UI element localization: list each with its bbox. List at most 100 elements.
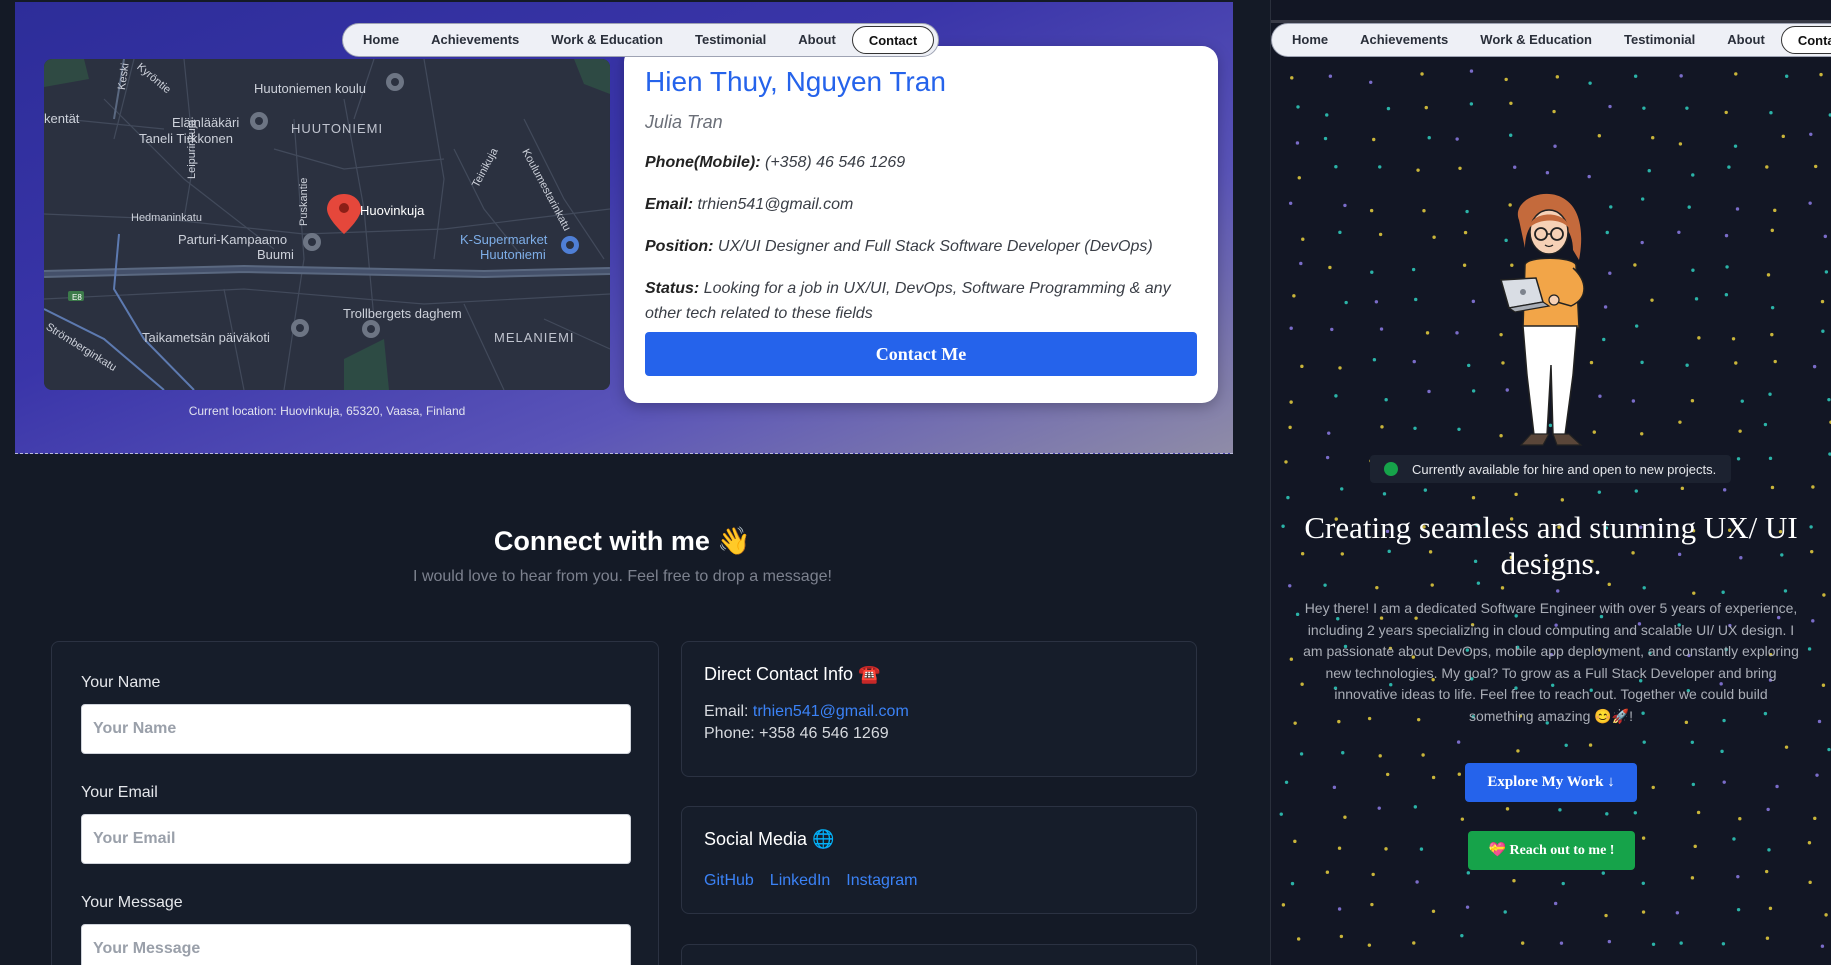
background-dot: [1471, 299, 1476, 304]
background-dot: [1808, 201, 1812, 205]
background-dot: [1419, 847, 1424, 851]
background-dot: [1279, 812, 1283, 816]
developer-illustration: [1500, 193, 1585, 446]
background-dot: [1414, 297, 1418, 302]
background-dot: [1369, 208, 1374, 213]
background-dot: [1721, 590, 1725, 594]
background-dot: [1340, 487, 1344, 491]
nav-about[interactable]: About: [1711, 26, 1781, 54]
nav-work-education[interactable]: Work & Education: [1464, 26, 1608, 54]
background-dot: [1288, 584, 1292, 588]
background-dot: [1815, 773, 1819, 777]
map-label-koulu: Huutoniemen koulu: [254, 81, 367, 96]
profile-card: Hien Thuy, Nguyen Tran Julia Tran Phone(…: [624, 46, 1218, 403]
background-dot: [1727, 165, 1731, 169]
email-label: Your Email: [81, 784, 158, 801]
nav-home[interactable]: Home: [347, 26, 415, 54]
nav-about[interactable]: About: [782, 26, 852, 54]
background-dot: [1678, 420, 1682, 424]
explore-work-button[interactable]: Explore My Work ↓: [1465, 763, 1637, 802]
background-dot: [1344, 300, 1348, 305]
background-dot: [1338, 366, 1342, 370]
background-dot: [1650, 298, 1654, 302]
background-dot: [1651, 785, 1655, 790]
background-dot: [1807, 647, 1812, 651]
background-dot: [1773, 359, 1777, 364]
background-dot: [1588, 743, 1593, 747]
contact-me-button[interactable]: Contact Me: [645, 332, 1197, 376]
background-dot: [1647, 169, 1651, 173]
background-dot: [1808, 880, 1812, 885]
instagram-link[interactable]: Instagram: [846, 872, 917, 890]
background-dot: [1597, 134, 1602, 138]
background-dot: [1289, 326, 1293, 330]
map-label-buumi: Buumi: [257, 247, 294, 262]
background-dot: [1720, 749, 1724, 754]
background-dot: [1767, 848, 1771, 852]
nav-work-education[interactable]: Work & Education: [535, 26, 679, 54]
nav-testimonial[interactable]: Testimonial: [679, 26, 782, 54]
nav-contact[interactable]: Contact: [851, 26, 935, 54]
github-link[interactable]: GitHub: [704, 872, 754, 890]
nav-testimonial[interactable]: Testimonial: [1608, 26, 1711, 54]
background-dot: [1295, 612, 1300, 617]
background-dot: [1634, 324, 1639, 328]
background-dot: [1423, 488, 1428, 492]
direct-contact-card: Direct Contact Info ☎️ Email: trhien541@…: [681, 641, 1197, 777]
nav-home[interactable]: Home: [1276, 26, 1344, 54]
direct-email-link[interactable]: trhien541@gmail.com: [753, 703, 909, 720]
background-dot: [1281, 524, 1285, 528]
location-map[interactable]: Huutoniemen koulu Eläinlääkäri Taneli Ti…: [44, 59, 610, 390]
background-dot: [1378, 232, 1383, 237]
background-dot: [1334, 165, 1338, 169]
map-caption: Current location: Huovinkuja, 65320, Vaa…: [188, 404, 466, 418]
background-dot: [1471, 389, 1476, 393]
background-dot: [1343, 203, 1347, 208]
background-dot: [1677, 230, 1681, 234]
background-dot: [1736, 907, 1741, 912]
background-dot: [1509, 133, 1513, 137]
nav-achievements[interactable]: Achievements: [1344, 26, 1464, 54]
message-input[interactable]: Your Message: [81, 924, 631, 965]
background-dot: [1558, 808, 1562, 812]
background-dot: [1763, 422, 1768, 427]
background-dot: [1334, 394, 1338, 398]
social-links: GitHub LinkedIn Instagram: [704, 872, 1174, 890]
background-dot: [1770, 332, 1774, 337]
background-dot: [1505, 807, 1510, 811]
map-label-hedman: Hedmaninkatu: [131, 212, 202, 224]
linkedin-link[interactable]: LinkedIn: [770, 872, 831, 890]
background-dot: [1822, 593, 1826, 597]
background-dot: [1564, 743, 1568, 747]
background-dot: [1413, 426, 1417, 430]
background-dot: [1504, 77, 1508, 82]
background-dot: [1520, 941, 1525, 945]
background-dot: [1736, 874, 1740, 879]
background-dot: [1297, 176, 1301, 180]
background-dot: [1371, 872, 1375, 877]
background-dot: [1784, 74, 1789, 78]
nav-achievements[interactable]: Achievements: [415, 26, 535, 54]
nav-contact[interactable]: Contact: [1780, 26, 1831, 54]
map-label-troll: Trollbergets daghem: [343, 306, 462, 321]
background-dot: [1341, 751, 1345, 755]
email-input[interactable]: Your Email: [81, 814, 631, 864]
background-dot: [1290, 76, 1294, 80]
background-dot: [1456, 740, 1461, 744]
background-dot: [1469, 69, 1474, 73]
background-dot: [1587, 174, 1591, 179]
map-label-leipurin: Leipurinkuja: [186, 119, 198, 179]
background-dot: [1766, 807, 1770, 812]
background-dot: [1512, 879, 1516, 883]
map-label-taika: Taikametsän päiväkoti: [142, 330, 270, 345]
background-dot: [1691, 268, 1695, 272]
background-dot: [1513, 165, 1517, 169]
background-dot: [1296, 105, 1300, 109]
reach-out-button[interactable]: 💝 Reach out to me !: [1468, 831, 1635, 870]
background-dot: [1288, 201, 1293, 205]
background-dot: [1765, 165, 1769, 169]
background-dot: [1640, 240, 1644, 245]
background-dot: [1465, 209, 1469, 214]
position-value: UX/UI Designer and Full Stack Software D…: [717, 238, 1153, 255]
name-input[interactable]: Your Name: [81, 704, 631, 754]
